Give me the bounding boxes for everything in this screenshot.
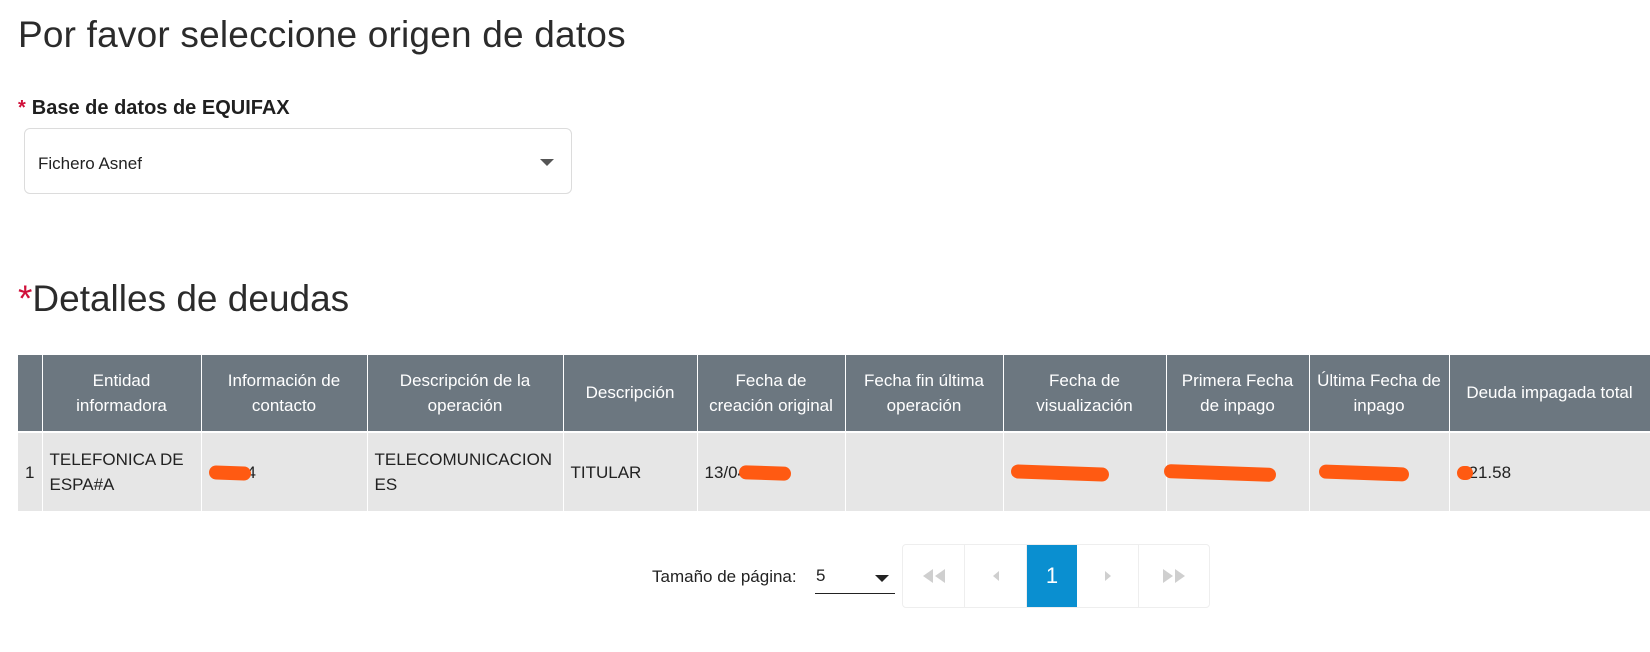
double-chevron-left-icon bbox=[922, 569, 945, 583]
last-page-button[interactable] bbox=[1139, 545, 1209, 607]
source-label-text: Base de datos de EQUIFAX bbox=[31, 97, 290, 119]
chevron-down-icon bbox=[540, 159, 554, 166]
column-header-created[interactable]: Fecha de creación original bbox=[697, 355, 846, 432]
page-title: Por favor seleccione origen de datos bbox=[18, 14, 626, 55]
redaction-mark bbox=[1163, 464, 1276, 482]
cell-contact: 4 bbox=[201, 431, 368, 511]
column-header-contact[interactable]: Información de contacto bbox=[201, 355, 368, 432]
cell-total: 21.58 bbox=[1449, 431, 1650, 511]
source-select[interactable]: Fichero Asnef bbox=[24, 128, 572, 194]
next-page-button[interactable] bbox=[1077, 545, 1139, 607]
page-size-select[interactable]: 5 bbox=[815, 561, 895, 594]
chevron-down-icon bbox=[875, 575, 889, 582]
chevron-right-icon bbox=[1104, 571, 1111, 581]
page-size-value: 5 bbox=[816, 566, 826, 585]
column-header-total[interactable]: Deuda impagada total bbox=[1449, 355, 1650, 432]
debts-table: Entidad informadora Información de conta… bbox=[18, 355, 1650, 511]
pagination: 1 bbox=[902, 544, 1210, 608]
cell-total-text: 21.58 bbox=[1468, 462, 1512, 482]
redaction-mark bbox=[1010, 464, 1109, 482]
double-chevron-right-icon bbox=[1163, 569, 1185, 583]
row-index: 1 bbox=[18, 431, 43, 511]
cell-viewed bbox=[1003, 431, 1167, 511]
debts-title: *Detalles de deudas bbox=[18, 278, 349, 320]
prev-page-button[interactable] bbox=[965, 545, 1027, 607]
required-mark: * bbox=[18, 97, 26, 119]
page-size-label: Tamaño de página: bbox=[652, 567, 797, 586]
redaction-mark bbox=[738, 465, 792, 481]
cell-first-unpaid bbox=[1163, 431, 1310, 511]
column-header-end-date[interactable]: Fecha fin última operación bbox=[845, 355, 1004, 432]
redaction-mark bbox=[1318, 464, 1409, 482]
debts-title-text: Detalles de deudas bbox=[32, 278, 350, 319]
cell-last-unpaid bbox=[1309, 431, 1450, 511]
required-mark: * bbox=[18, 278, 33, 319]
redaction-mark bbox=[208, 465, 251, 481]
redaction-mark bbox=[1456, 465, 1473, 481]
cell-created: 13/04 bbox=[697, 431, 846, 511]
column-header-entity[interactable]: Entidad informadora bbox=[42, 355, 202, 432]
column-header-description[interactable]: Descripción bbox=[563, 355, 698, 432]
cell-description: TITULAR bbox=[563, 431, 698, 511]
column-header-index bbox=[18, 355, 43, 432]
source-select-value: Fichero Asnef bbox=[38, 154, 142, 173]
column-header-first-unpaid[interactable]: Primera Fecha de inpago bbox=[1166, 355, 1310, 432]
column-header-operation[interactable]: Descripción de la operación bbox=[367, 355, 564, 432]
table-row[interactable]: 1 TELEFONICA DE ESPA#A 4 TELECOMUNICACIO… bbox=[18, 431, 1650, 511]
first-page-button[interactable] bbox=[903, 545, 965, 607]
cell-operation: TELECOMUNICACIONES bbox=[367, 431, 564, 511]
page-1-button[interactable]: 1 bbox=[1027, 545, 1077, 607]
source-label: * Base de datos de EQUIFAX bbox=[18, 97, 290, 120]
table-header-row: Entidad informadora Información de conta… bbox=[18, 355, 1650, 432]
cell-entity: TELEFONICA DE ESPA#A bbox=[42, 431, 202, 511]
cell-end-date bbox=[845, 431, 1004, 511]
column-header-last-unpaid[interactable]: Última Fecha de inpago bbox=[1309, 355, 1450, 432]
column-header-viewed[interactable]: Fecha de visualización bbox=[1003, 355, 1167, 432]
chevron-left-icon bbox=[992, 571, 999, 581]
